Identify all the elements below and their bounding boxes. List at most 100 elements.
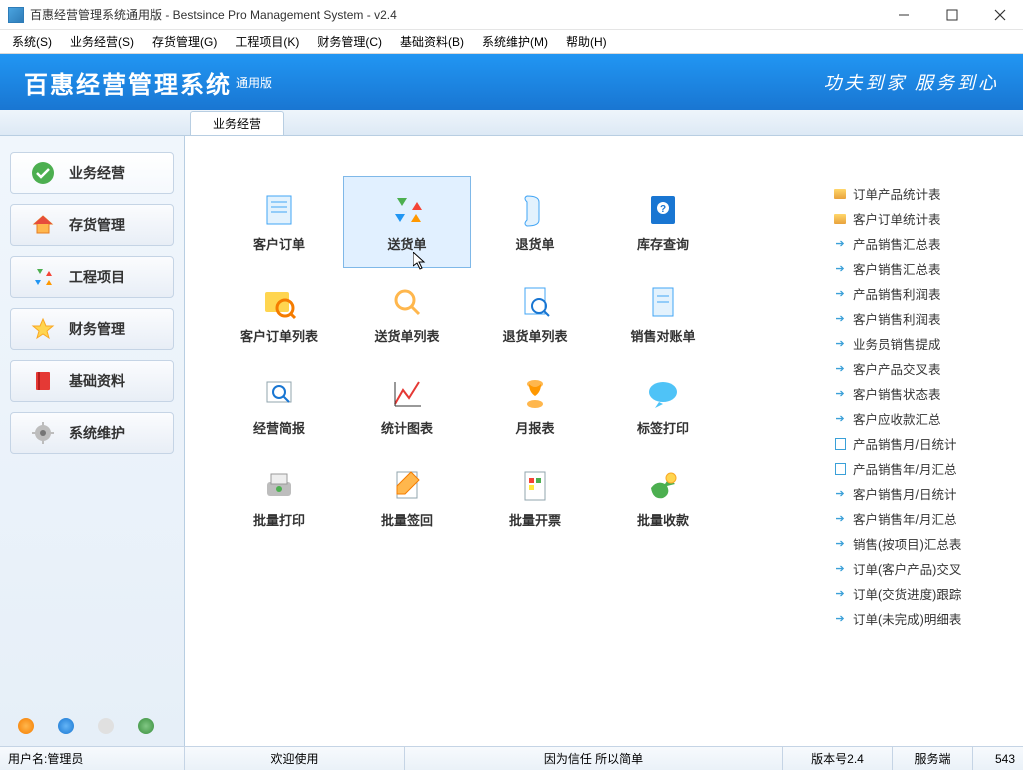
- grid-item-8[interactable]: 经营简报: [215, 360, 343, 452]
- sidebar-item-basedata[interactable]: 基础资料: [10, 360, 174, 402]
- grid-item-label: 批量收款: [637, 510, 689, 529]
- batch-sign-icon: [389, 468, 425, 504]
- grid-item-5[interactable]: 送货单列表: [343, 268, 471, 360]
- grid-item-9[interactable]: 统计图表: [343, 360, 471, 452]
- link-item-8[interactable]: ➔ 客户销售状态表: [833, 381, 1015, 406]
- sidebar-item-finance[interactable]: 财务管理: [10, 308, 174, 350]
- gear-icon: [31, 421, 55, 445]
- sidebar-item-label: 存货管理: [69, 215, 125, 235]
- grid-item-3[interactable]: ?库存查询: [599, 176, 727, 268]
- briefing-icon: [261, 376, 297, 412]
- link-item-label: 客户销售汇总表: [853, 259, 941, 278]
- exit-icon[interactable]: [138, 718, 154, 734]
- sidebar-item-label: 工程项目: [69, 267, 125, 287]
- grid-item-10[interactable]: 月报表: [471, 360, 599, 452]
- grid-item-label: 批量签回: [381, 510, 433, 529]
- link-item-2[interactable]: ➔ 产品销售汇总表: [833, 231, 1015, 256]
- link-item-15[interactable]: ➔订单(客户产品)交叉: [833, 556, 1015, 581]
- sidebar-item-business[interactable]: 业务经营: [10, 152, 174, 194]
- link-item-label: 客户销售状态表: [853, 384, 941, 403]
- batch-print-icon: [261, 468, 297, 504]
- link-item-5[interactable]: ➔客户销售利润表: [833, 306, 1015, 331]
- link-item-16[interactable]: ➔ 订单(交货进度)跟踪: [833, 581, 1015, 606]
- return-icon: [517, 192, 553, 228]
- grid-item-label: 统计图表: [381, 418, 433, 437]
- sidebar-item-project[interactable]: 工程项目: [10, 256, 174, 298]
- banner-title: 百惠经营管理系统: [24, 65, 232, 100]
- grid-item-4[interactable]: 客户订单列表: [215, 268, 343, 360]
- grid-item-label: 批量开票: [509, 510, 561, 529]
- link-item-4[interactable]: ➔产品销售利润表: [833, 281, 1015, 306]
- batch-invoice-icon: [517, 468, 553, 504]
- grid-item-7[interactable]: 销售对账单: [599, 268, 727, 360]
- link-item-3[interactable]: ➔客户销售汇总表: [833, 256, 1015, 281]
- link-item-7[interactable]: ➔客户产品交叉表: [833, 356, 1015, 381]
- close-button[interactable]: [985, 5, 1015, 25]
- sidebar-item-label: 基础资料: [69, 371, 125, 391]
- sidebar-item-inventory[interactable]: 存货管理: [10, 204, 174, 246]
- help-icon[interactable]: [18, 718, 34, 734]
- arrow-icon: ➔: [833, 612, 847, 626]
- delivery-icon: [389, 192, 425, 228]
- menu-project[interactable]: 工程项目(K): [227, 31, 307, 52]
- grid-item-14[interactable]: 批量开票: [471, 452, 599, 544]
- menu-inventory[interactable]: 存货管理(G): [144, 31, 225, 52]
- grid-item-label: 销售对账单: [630, 326, 695, 345]
- grid-item-label: 退货单列表: [502, 326, 567, 345]
- grid-item-0[interactable]: 客户订单: [215, 176, 343, 268]
- doc-icon: [833, 462, 847, 476]
- chart-icon: [389, 376, 425, 412]
- grid-item-1[interactable]: 送货单: [343, 176, 471, 268]
- folder-icon: [833, 212, 847, 226]
- minimize-button[interactable]: [889, 5, 919, 25]
- grid-item-11[interactable]: 标签打印: [599, 360, 727, 452]
- status-welcome: 欢迎使用: [185, 747, 405, 770]
- link-item-17[interactable]: ➔ 订单(未完成)明细表: [833, 606, 1015, 631]
- link-item-label: 产品销售汇总表: [853, 234, 941, 253]
- app-icon: [8, 7, 24, 23]
- grid-item-13[interactable]: 批量签回: [343, 452, 471, 544]
- arrow-icon: ➔: [833, 237, 847, 251]
- menu-help[interactable]: 帮助(H): [558, 31, 615, 52]
- maximize-button[interactable]: [937, 5, 967, 25]
- tabbar: 业务经营: [0, 110, 1023, 136]
- check-circle-icon: [31, 161, 55, 185]
- link-item-0[interactable]: 订单产品统计表: [833, 181, 1015, 206]
- link-item-10[interactable]: 产品销售月/日统计: [833, 431, 1015, 456]
- menu-system[interactable]: 系统(S): [4, 31, 60, 52]
- link-item-13[interactable]: ➔客户销售年/月汇总: [833, 506, 1015, 531]
- link-item-12[interactable]: ➔客户销售月/日统计: [833, 481, 1015, 506]
- banner: 百惠经营管理系统 通用版 功夫到家 服务到心: [0, 54, 1023, 110]
- tab-business[interactable]: 业务经营: [190, 111, 284, 135]
- return-list-icon: [517, 284, 553, 320]
- link-item-label: 业务员销售提成: [853, 334, 941, 353]
- doc-icon: [833, 437, 847, 451]
- arrow-icon: ➔: [833, 587, 847, 601]
- status-version: 版本号2.4: [783, 747, 893, 770]
- blank-icon[interactable]: [98, 718, 114, 734]
- banner-subtitle: 通用版: [236, 74, 272, 91]
- arrow-icon: ➔: [833, 387, 847, 401]
- grid-item-12[interactable]: 批量打印: [215, 452, 343, 544]
- sidebar-item-maintain[interactable]: 系统维护: [10, 412, 174, 454]
- order-icon: [261, 192, 297, 228]
- link-item-1[interactable]: 客户订单统计表: [833, 206, 1015, 231]
- link-item-11[interactable]: 产品销售年/月汇总: [833, 456, 1015, 481]
- link-item-14[interactable]: ➔销售(按项目)汇总表: [833, 531, 1015, 556]
- batch-collect-icon: [645, 468, 681, 504]
- info-icon[interactable]: [58, 718, 74, 734]
- link-item-9[interactable]: ➔客户应收款汇总: [833, 406, 1015, 431]
- grid-item-2[interactable]: 退货单: [471, 176, 599, 268]
- link-item-label: 订单(交货进度)跟踪: [853, 584, 961, 603]
- link-item-6[interactable]: ➔业务员销售提成: [833, 331, 1015, 356]
- grid-item-15[interactable]: 批量收款: [599, 452, 727, 544]
- link-item-label: 订单(未完成)明细表: [853, 609, 961, 628]
- link-item-label: 客户应收款汇总: [853, 409, 941, 428]
- menu-finance[interactable]: 财务管理(C): [309, 31, 390, 52]
- menu-basedata[interactable]: 基础资料(B): [392, 31, 472, 52]
- menu-business[interactable]: 业务经营(S): [62, 31, 142, 52]
- menu-maintain[interactable]: 系统维护(M): [474, 31, 556, 52]
- sidebar-item-label: 业务经营: [69, 163, 125, 183]
- link-item-label: 销售(按项目)汇总表: [853, 534, 961, 553]
- grid-item-6[interactable]: 退货单列表: [471, 268, 599, 360]
